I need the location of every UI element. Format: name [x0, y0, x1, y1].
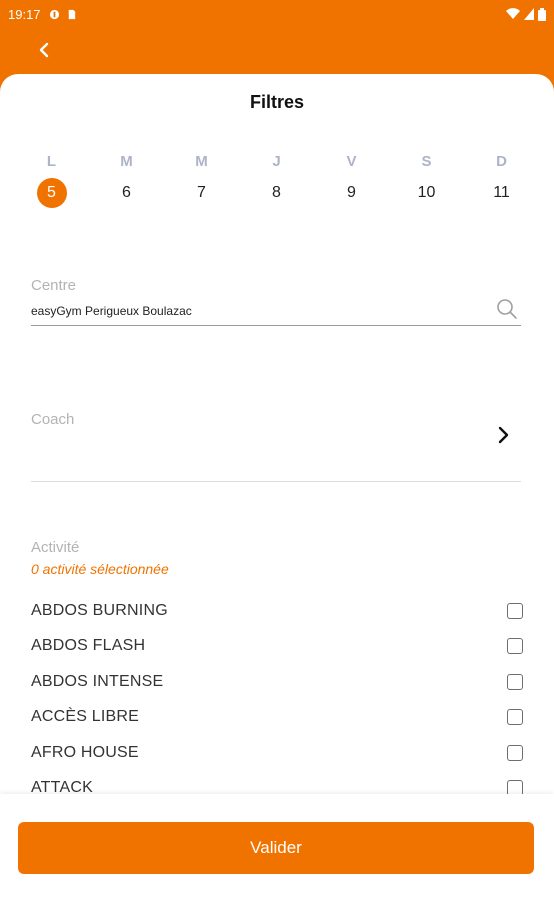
- activity-name: ACCÈS LIBRE: [31, 708, 140, 726]
- day-saturday[interactable]: S 10: [389, 152, 464, 208]
- centre-label: Centre: [31, 277, 77, 294]
- day-letter: M: [195, 153, 208, 170]
- page-title: Filtres: [249, 92, 305, 112]
- activity-item[interactable]: AFRO HOUSE: [31, 735, 523, 771]
- activite-count: 0 activité sélectionnée: [31, 561, 169, 577]
- day-letter: L: [46, 153, 57, 170]
- activity-item[interactable]: ACCÈS LIBRE: [31, 700, 523, 736]
- day-wednesday[interactable]: M 7: [164, 152, 239, 208]
- filters-sheet: Filtres L 5 M 6 M 7 J 8 V 9 S 10 D 11 Ce…: [0, 74, 554, 900]
- activity-name: AFRO HOUSE: [31, 743, 139, 761]
- activity-checkbox[interactable]: [507, 709, 523, 726]
- sim-card-icon: [68, 9, 75, 19]
- wifi-icon: [506, 8, 520, 19]
- day-selector: L 5 M 6 M 7 J 8 V 9 S 10 D 11: [14, 152, 539, 208]
- activity-list: ABDOS BURNING ABDOS FLASH ABDOS INTENSE …: [31, 593, 523, 806]
- day-tuesday[interactable]: M 6: [89, 152, 164, 208]
- day-number: 6: [122, 184, 131, 201]
- activity-item[interactable]: ABDOS FLASH: [31, 629, 523, 665]
- day-thursday[interactable]: J 8: [239, 152, 314, 208]
- activity-checkbox[interactable]: [507, 638, 523, 655]
- back-button[interactable]: [30, 36, 58, 64]
- day-number: 7: [197, 184, 206, 201]
- chevron-right-icon[interactable]: [493, 424, 515, 446]
- search-icon[interactable]: [496, 298, 518, 320]
- activite-label: Activité: [31, 539, 80, 556]
- coach-divider: [31, 481, 521, 482]
- validate-button[interactable]: Valider: [18, 822, 534, 874]
- activity-checkbox[interactable]: [507, 673, 523, 690]
- day-number: 8: [272, 184, 281, 201]
- day-number: 10: [417, 184, 436, 201]
- status-bar: 19:17: [0, 0, 554, 28]
- status-time: 19:17: [8, 6, 41, 22]
- day-sunday[interactable]: D 11: [464, 152, 539, 208]
- chevron-left-icon: [39, 42, 49, 58]
- activity-checkbox[interactable]: [507, 602, 523, 619]
- day-monday[interactable]: L 5: [14, 152, 89, 208]
- day-number: 11: [493, 184, 510, 201]
- day-number: 9: [347, 184, 356, 201]
- activity-item[interactable]: ABDOS BURNING: [31, 593, 523, 629]
- activity-name: ABDOS BURNING: [31, 601, 168, 619]
- bottom-action-bar: Valider: [0, 794, 554, 900]
- day-number: 5: [36, 178, 67, 208]
- day-letter: J: [272, 153, 281, 170]
- battery-icon: [538, 7, 546, 21]
- activity-name: ABDOS INTENSE: [31, 672, 164, 690]
- day-letter: D: [496, 153, 507, 170]
- activity-checkbox[interactable]: [507, 744, 523, 761]
- coach-label: Coach: [31, 411, 75, 428]
- day-friday[interactable]: V 9: [314, 152, 389, 208]
- centre-underline: [31, 325, 521, 326]
- centre-input[interactable]: easyGym Perigueux Boulazac: [31, 304, 192, 318]
- cellular-signal-icon: [524, 8, 534, 20]
- day-letter: V: [346, 153, 357, 170]
- activity-name: ABDOS FLASH: [31, 637, 146, 655]
- activity-item[interactable]: ABDOS INTENSE: [31, 664, 523, 700]
- day-letter: M: [120, 153, 133, 170]
- day-letter: S: [421, 153, 432, 170]
- notification-icon: [49, 9, 59, 19]
